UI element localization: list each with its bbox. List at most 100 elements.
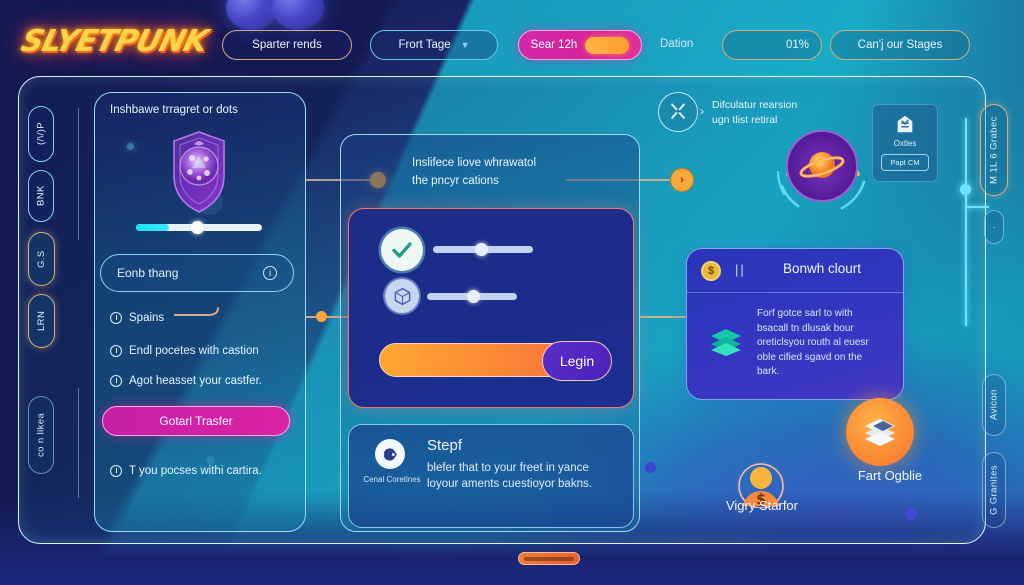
header-percent-field[interactable]: 01% [722, 30, 822, 60]
note-card-button[interactable]: Papt CM [881, 154, 929, 171]
tag-icon [375, 439, 405, 469]
spains-connector-curve [174, 307, 219, 316]
sidebar-item-bnk[interactable]: BNK [28, 170, 54, 222]
rightbar-item-m1l-grabec[interactable]: M 1L 6 Grabec [980, 104, 1008, 196]
list-item-label: Spains [129, 312, 165, 324]
rightbar-item-avicon[interactable]: Avicon [982, 374, 1006, 436]
sidebar-item-label: BNK [35, 185, 47, 207]
sidebar-item-label: (/\/)P [35, 122, 47, 146]
layers-icon [709, 327, 743, 357]
header-dropdown-label: Frort Tage [398, 39, 451, 51]
list-item-agot-heasset[interactable]: Agot heasset your castfer. [110, 375, 262, 387]
left-slider[interactable] [136, 221, 262, 234]
center-heading-line2: the pncyr cations [412, 175, 499, 188]
login-button-label: Legin [559, 353, 595, 369]
eonb-thang-field[interactable]: Eonb thang i [100, 254, 294, 292]
coin-dollar-icon: $ [701, 261, 721, 281]
form-slider-1[interactable] [433, 243, 533, 256]
header-button-label: Sparter rends [252, 39, 322, 51]
gotarl-trasfer-button[interactable]: Gotarl Trasfer [102, 406, 290, 436]
check-circle-icon[interactable] [381, 229, 423, 271]
info-card: $ || Bonwh clourt Forf gotce sarl to wit… [686, 248, 904, 400]
rightbar-item-label: M 1L 6 Grabec [988, 116, 1000, 184]
clock-icon [110, 375, 122, 387]
info-card-body: Forf gotce sarl to with bsacall tn dlusa… [757, 308, 869, 377]
header-button-carry-out-stages[interactable]: Can'j our Stages [830, 30, 970, 60]
circuit-node [960, 184, 971, 195]
list-item-spains[interactable]: Spains [110, 312, 164, 324]
login-button[interactable]: Legin [542, 341, 612, 381]
planet-icon[interactable] [786, 130, 858, 202]
step-card: Cenal Coretlnes Stepf blefer that to you… [348, 424, 634, 528]
circuit-trace [965, 206, 967, 326]
sidebar-item-label: co n likea [35, 412, 47, 458]
note-card[interactable]: Oxtles Papt CM [872, 104, 938, 182]
left-rail-line [78, 108, 79, 240]
login-input-bar[interactable]: Legin [379, 341, 612, 381]
form-slider-1-knob[interactable] [475, 243, 488, 256]
list-item-endl-pocetes[interactable]: Endl pocetes with castion [110, 345, 259, 357]
header-dropdown-front-tage[interactable]: Frort Tage ▼ [370, 30, 498, 60]
rightbar-item-label: · [988, 225, 1000, 229]
shield-gem-icon [166, 130, 232, 214]
center-heading-line1: Inslifece liove whrawatol [412, 157, 537, 169]
chevron-right-icon: › [700, 104, 704, 118]
step-sub-label: Cenal Coretlnes [363, 475, 421, 484]
sidebar-item-gs[interactable]: G.S [28, 232, 55, 286]
rightbar-item-granites[interactable]: G Granites [982, 452, 1006, 528]
header-toggle-label: Sear 12h [530, 39, 578, 51]
header: SLYETPUNK Sparter rends Frort Tage ▼ Sea… [0, 0, 1024, 84]
note-card-button-label: Papt CM [890, 158, 920, 167]
step-card-title: Stepf [427, 437, 463, 454]
sidebar-item-label: G.S [36, 250, 47, 268]
header-button-label: Can'j our Stages [857, 39, 943, 51]
center-form-card: Legin [348, 208, 634, 408]
clock-icon [110, 465, 122, 477]
sidebar-item-continue[interactable]: co n likea [28, 396, 54, 474]
sidebar-item-label: LRN [36, 310, 47, 332]
tools-icon[interactable] [658, 92, 698, 132]
envelope-check-icon [897, 115, 913, 133]
center-panel-heading: Inslifece liove whrawatol the pncyr cati… [412, 154, 598, 191]
header-toggle-search[interactable]: Sear 12h [518, 30, 642, 60]
header-dation-label: Dation [660, 38, 694, 50]
right-heading-line1: Difculatur rearsion [712, 99, 798, 111]
clock-icon [110, 312, 122, 324]
list-item-label: Agot heasset your castfer. [129, 375, 262, 387]
list-item-label: Endl pocetes with castion [129, 345, 259, 357]
connector-arrow-button[interactable]: › [670, 168, 694, 192]
coin-stack-icon[interactable] [846, 398, 914, 466]
info-icon[interactable]: i [263, 266, 277, 280]
cube-icon[interactable] [385, 279, 419, 313]
user-badge-label: Vigry Starfor [725, 498, 798, 513]
button-label: Gotarl Trasfer [159, 414, 233, 428]
note-card-label: Oxtles [893, 139, 917, 148]
info-card-title: Bonwh clourt [783, 261, 862, 276]
step-card-body: blefer that to your freet in yance loyou… [427, 462, 592, 490]
header-button-starter-rends[interactable]: Sparter rends [222, 30, 352, 60]
rightbar-item-label: G Granites [988, 465, 1000, 515]
circuit-trace [965, 206, 989, 208]
sidebar-item-lrn[interactable]: LRN [28, 294, 55, 348]
app-logo: SLYETPUNK [17, 24, 211, 59]
connector-line [640, 316, 692, 318]
bottom-slider-handle[interactable] [518, 552, 580, 565]
left-rail-line [78, 388, 79, 498]
header-percent-value: 01% [785, 39, 809, 51]
form-slider-2[interactable] [427, 290, 517, 303]
form-slider-2-knob[interactable] [466, 290, 480, 303]
clock-icon [110, 345, 122, 357]
list-item-label: T you pocses withi cartira. [129, 465, 262, 477]
app-root: SLYETPUNK Sparter rends Frort Tage ▼ Sea… [0, 0, 1024, 585]
rightbar-item-small[interactable]: · [984, 210, 1004, 244]
coin-badge-label: Fart Ogblie [857, 468, 923, 483]
left-panel-title: Inshbawe trragret or dots [110, 104, 238, 116]
field-label: Eonb thang [117, 266, 179, 280]
left-slider-fill [136, 224, 169, 231]
info-card-bars: || [735, 262, 746, 277]
sidebar-item-avp[interactable]: (/\/)P [28, 106, 54, 162]
rightbar-item-label: Avicon [988, 389, 1000, 421]
chevron-down-icon: ▼ [460, 40, 470, 50]
toggle-knob[interactable] [585, 36, 630, 54]
list-item-footer[interactable]: T you pocses withi cartira. [110, 465, 262, 477]
